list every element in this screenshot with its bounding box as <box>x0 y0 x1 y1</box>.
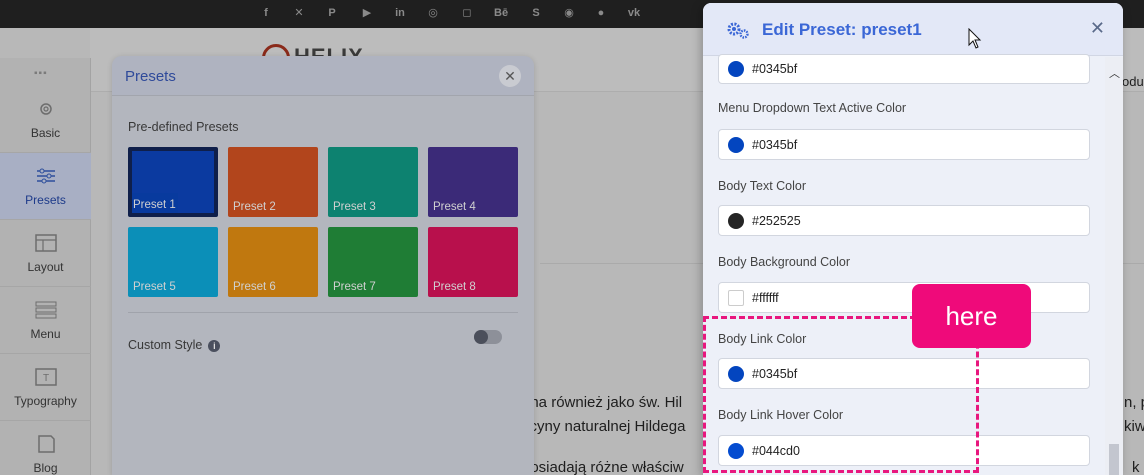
color-value: #0345bf <box>752 62 798 76</box>
article-text: n, p <box>1124 394 1144 411</box>
color-swatch[interactable] <box>728 61 744 77</box>
sliders-icon <box>36 168 55 184</box>
preset-swatch-4[interactable]: Preset 4 <box>428 147 518 217</box>
presets-panel: Presets ✕ Pre-defined Presets Preset 1 P… <box>112 56 534 475</box>
x-icon[interactable]: ✕ <box>292 6 306 20</box>
gears-icon <box>727 22 749 39</box>
toggle-knob <box>474 330 488 344</box>
color-value: #0345bf <box>752 138 798 152</box>
divider <box>128 312 518 313</box>
color-field[interactable]: #0345bf <box>718 129 1090 160</box>
sidebar-item-blog[interactable]: Blog <box>0 421 91 475</box>
linkedin-icon[interactable]: in <box>393 6 407 20</box>
scrollbar-thumb[interactable] <box>1109 444 1119 475</box>
sidebar-item-label: Layout <box>27 260 64 274</box>
behance-icon[interactable]: Bē <box>494 6 508 20</box>
skype-icon[interactable]: S <box>529 6 543 20</box>
chevron-up-icon[interactable]: ︿ <box>1109 65 1120 81</box>
youtube-icon[interactable]: ▶ <box>360 6 374 20</box>
custom-style-toggle[interactable] <box>474 330 502 344</box>
instagram-icon[interactable]: ◻ <box>460 6 474 20</box>
vk-icon[interactable]: vk <box>627 6 641 20</box>
preset-label: Preset 8 <box>433 281 476 293</box>
preset-swatch-5[interactable]: Preset 5 <box>128 227 218 297</box>
field-label: Body Text Color <box>718 179 807 193</box>
close-icon[interactable]: ✕ <box>499 65 521 87</box>
dribbble-icon[interactable]: ◎ <box>426 6 440 20</box>
flickr-icon[interactable]: ● <box>594 6 608 20</box>
sidebar-item-layout[interactable]: Layout <box>0 220 91 287</box>
preset-swatch-2[interactable]: Preset 2 <box>228 147 318 217</box>
blog-icon <box>37 435 55 453</box>
field-label: Body Background Color <box>718 255 851 269</box>
custom-style-label: Custom Style i <box>128 338 221 352</box>
sidebar-item-label: Menu <box>30 327 61 341</box>
color-swatch[interactable] <box>728 137 744 153</box>
color-field[interactable]: #252525 <box>718 205 1090 236</box>
mouse-cursor-icon <box>968 28 982 49</box>
drag-handle-icon[interactable]: ▪▪▪ <box>34 68 48 79</box>
close-icon[interactable]: ✕ <box>1090 18 1105 38</box>
sidebar-item-basic[interactable]: Basic <box>0 86 91 153</box>
preset-swatch-3[interactable]: Preset 3 <box>328 147 418 217</box>
typography-icon: T <box>34 368 57 386</box>
preset-swatch-6[interactable]: Preset 6 <box>228 227 318 297</box>
preset-swatch-8[interactable]: Preset 8 <box>428 227 518 297</box>
panel-title: Presets <box>125 68 176 85</box>
pinterest-icon[interactable]: P <box>325 6 339 20</box>
sidebar-item-label: Presets <box>25 193 66 207</box>
edit-preset-header: Edit Preset: preset1 ✕ <box>703 3 1123 56</box>
sidebar-item-label: Basic <box>30 126 61 140</box>
menu-icon <box>35 301 56 319</box>
svg-text:T: T <box>42 373 48 384</box>
preset-label: Preset 3 <box>333 201 376 213</box>
sidebar-item-label: Typography <box>14 394 77 408</box>
color-swatch[interactable] <box>728 290 744 306</box>
preset-label: Preset 1 <box>133 199 176 211</box>
color-field[interactable]: #0345bf <box>718 54 1090 84</box>
customizer-sidebar: ▪▪▪ Basic Presets Layout Menu T Typograp… <box>0 58 91 475</box>
color-field[interactable]: #ffffff <box>718 282 1090 313</box>
color-swatch[interactable] <box>728 213 744 229</box>
panel-title: Edit Preset: preset1 <box>762 20 922 39</box>
article-text: oduc <box>1122 74 1144 89</box>
scrollbar[interactable]: ︿ <box>1105 57 1123 475</box>
gear-icon <box>39 103 52 115</box>
preset-label: Preset 7 <box>333 281 376 293</box>
article-text: k b <box>1132 459 1144 475</box>
color-value: #ffffff <box>752 291 779 305</box>
preset-label: Preset 6 <box>233 281 276 293</box>
preset-swatch-7[interactable]: Preset 7 <box>328 227 418 297</box>
sidebar-item-presets[interactable]: Presets <box>0 153 91 220</box>
preset-swatch-1[interactable]: Preset 1 <box>128 147 218 217</box>
info-icon[interactable]: i <box>208 340 221 352</box>
presets-header: Presets ✕ <box>112 56 534 96</box>
article-text: ycyny naturalnej Hildega <box>522 418 686 435</box>
section-label: Pre-defined Presets <box>128 120 239 134</box>
sidebar-item-typography[interactable]: T Typography <box>0 354 91 421</box>
sidebar-item-menu[interactable]: Menu <box>0 287 91 354</box>
preset-label: Preset 4 <box>433 201 476 213</box>
preset-label: Preset 2 <box>233 201 276 213</box>
sidebar-item-label: Blog <box>33 461 58 475</box>
facebook-icon[interactable]: f <box>259 6 273 20</box>
color-value: #252525 <box>752 214 801 228</box>
article-text: ana również jako św. Hil <box>522 394 683 411</box>
annotation-badge: here <box>912 284 1031 348</box>
whatsapp-icon[interactable]: ◉ <box>562 6 576 20</box>
layout-icon <box>34 234 57 252</box>
field-label: Menu Dropdown Text Active Color <box>718 101 907 115</box>
article-text: posiadają różne właściw <box>522 459 684 475</box>
article-text: kiwo <box>1124 418 1144 435</box>
preset-label: Preset 5 <box>133 281 176 293</box>
